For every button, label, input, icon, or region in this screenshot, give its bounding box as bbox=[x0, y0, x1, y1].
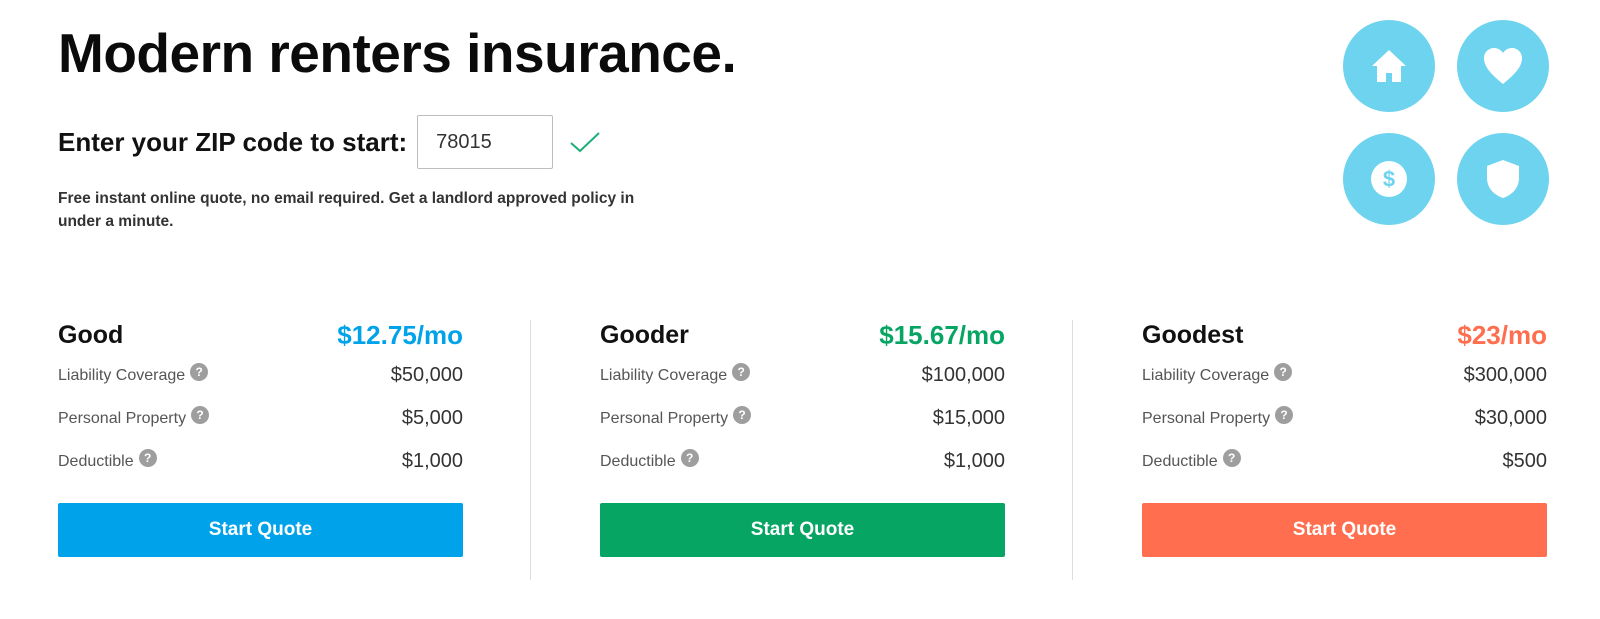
row-label: Liability Coverage ? bbox=[600, 362, 751, 385]
deductible-row: Deductible ? $500 bbox=[1142, 440, 1547, 483]
plan-good: Good $12.75/mo Liability Coverage ? $50,… bbox=[58, 316, 463, 557]
zip-label: Enter your ZIP code to start: bbox=[58, 126, 408, 157]
home-icon bbox=[1372, 50, 1406, 82]
heart-icon bbox=[1484, 48, 1522, 84]
plan-header: Good $12.75/mo bbox=[58, 316, 463, 354]
personal-property-value: $30,000 bbox=[1474, 407, 1547, 429]
plan-header: Gooder $15.67/mo bbox=[600, 316, 1005, 354]
help-icon[interactable]: ? bbox=[680, 448, 699, 467]
row-label: Deductible ? bbox=[1142, 448, 1241, 471]
liability-coverage-row: Liability Coverage ? $300,000 bbox=[1142, 354, 1547, 397]
personal-property-row: Personal Property ? $5,000 bbox=[58, 397, 463, 440]
start-quote-button[interactable]: Start Quote bbox=[600, 503, 1005, 557]
liability-coverage-row: Liability Coverage ? $50,000 bbox=[58, 354, 463, 397]
personal-property-label: Personal Property bbox=[1142, 409, 1271, 427]
deductible-label: Deductible bbox=[58, 452, 134, 470]
plan-divider bbox=[1072, 320, 1073, 580]
dollar-icon-circle[interactable]: $ bbox=[1343, 133, 1435, 225]
liability-coverage-value: $50,000 bbox=[390, 364, 463, 386]
quote-subtext: Free instant online quote, no email requ… bbox=[58, 190, 635, 230]
plan-price: $23/mo bbox=[1457, 319, 1547, 350]
shield-icon bbox=[1487, 160, 1519, 198]
personal-property-label: Personal Property bbox=[600, 409, 729, 427]
plan-price: $12.75/mo bbox=[337, 319, 463, 350]
page-title: Modern renters insurance. bbox=[58, 22, 737, 84]
row-label: Deductible ? bbox=[58, 448, 157, 471]
liability-coverage-value: $100,000 bbox=[921, 364, 1005, 386]
liability-coverage-label: Liability Coverage bbox=[58, 366, 186, 384]
deductible-label: Deductible bbox=[600, 452, 676, 470]
dollar-icon: $ bbox=[1371, 161, 1407, 197]
help-icon[interactable]: ? bbox=[732, 362, 751, 381]
plan-name: Good bbox=[58, 320, 124, 349]
deductible-row: Deductible ? $1,000 bbox=[58, 440, 463, 483]
help-icon[interactable]: ? bbox=[733, 405, 752, 424]
row-label: Personal Property ? bbox=[58, 405, 210, 428]
shield-icon-circle[interactable] bbox=[1457, 133, 1549, 225]
row-label: Personal Property ? bbox=[1142, 405, 1294, 428]
help-icon[interactable]: ? bbox=[1222, 448, 1241, 467]
row-label: Deductible ? bbox=[600, 448, 699, 471]
start-quote-button[interactable]: Start Quote bbox=[1142, 503, 1547, 557]
personal-property-value: $15,000 bbox=[932, 407, 1005, 429]
row-label: Liability Coverage ? bbox=[58, 362, 209, 385]
liability-coverage-label: Liability Coverage bbox=[1142, 366, 1270, 384]
zip-input[interactable] bbox=[417, 115, 554, 169]
plan-divider bbox=[530, 320, 531, 580]
zip-row: Enter your ZIP code to start: bbox=[58, 115, 601, 169]
personal-property-value: $5,000 bbox=[401, 407, 463, 429]
help-icon[interactable]: ? bbox=[1275, 405, 1294, 424]
start-quote-button[interactable]: Start Quote bbox=[58, 503, 463, 557]
row-label: Personal Property ? bbox=[600, 405, 752, 428]
renters-insurance-page: Modern renters insurance. Enter your ZIP… bbox=[0, 0, 1600, 619]
help-icon[interactable]: ? bbox=[1274, 362, 1293, 381]
liability-coverage-value: $300,000 bbox=[1463, 364, 1547, 386]
plan-name: Goodest bbox=[1142, 320, 1244, 349]
personal-property-row: Personal Property ? $15,000 bbox=[600, 397, 1005, 440]
heart-icon-circle[interactable] bbox=[1457, 20, 1549, 112]
deductible-value: $1,000 bbox=[943, 450, 1005, 472]
help-icon[interactable]: ? bbox=[190, 362, 209, 381]
plan-name: Gooder bbox=[600, 320, 689, 349]
deductible-value: $500 bbox=[1502, 450, 1548, 472]
plan-header: Goodest $23/mo bbox=[1142, 316, 1547, 354]
deductible-row: Deductible ? $1,000 bbox=[600, 440, 1005, 483]
liability-coverage-label: Liability Coverage bbox=[600, 366, 728, 384]
check-icon bbox=[570, 132, 600, 153]
plan-price: $15.67/mo bbox=[879, 319, 1005, 350]
svg-text:$: $ bbox=[1383, 167, 1395, 192]
help-icon[interactable]: ? bbox=[191, 405, 210, 424]
deductible-label: Deductible bbox=[1142, 452, 1218, 470]
plan-goodest: Goodest $23/mo Liability Coverage ? $300… bbox=[1142, 316, 1547, 557]
home-icon-circle[interactable] bbox=[1343, 20, 1435, 112]
personal-property-row: Personal Property ? $30,000 bbox=[1142, 397, 1547, 440]
personal-property-label: Personal Property bbox=[58, 409, 187, 427]
liability-coverage-row: Liability Coverage ? $100,000 bbox=[600, 354, 1005, 397]
row-label: Liability Coverage ? bbox=[1142, 362, 1293, 385]
plan-gooder: Gooder $15.67/mo Liability Coverage ? $1… bbox=[600, 316, 1005, 557]
deductible-value: $1,000 bbox=[401, 450, 463, 472]
help-icon[interactable]: ? bbox=[138, 448, 157, 467]
